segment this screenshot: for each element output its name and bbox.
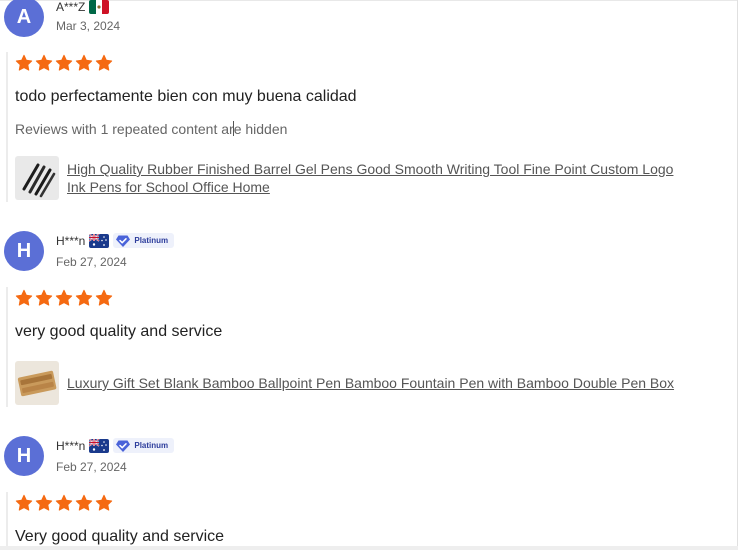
star-rating <box>15 54 113 72</box>
hidden-note-part-1: Reviews with 1 repeated content ar <box>15 121 234 137</box>
review-text: todo perfectamente bien con muy buena ca… <box>15 88 357 105</box>
platinum-badge-label: Platinum <box>134 236 169 245</box>
platinum-badge-label: Platinum <box>134 441 169 450</box>
product-title-line[interactable]: Luxury Gift Set Blank Bamboo Ballpoint P… <box>67 374 674 392</box>
star-icon <box>75 494 93 512</box>
avatar: A <box>4 0 44 37</box>
product-title-line[interactable]: High Quality Rubber Finished Barrel Gel … <box>67 160 673 178</box>
review-date: Feb 27, 2024 <box>56 255 127 269</box>
review-text: very good quality and service <box>15 323 223 340</box>
star-icon <box>95 289 113 307</box>
bamboo-pen-box-thumbnail[interactable] <box>15 361 59 405</box>
star-rating <box>15 289 113 307</box>
star-icon <box>95 494 113 512</box>
reviewer-row: H***n Platinum <box>56 438 175 453</box>
reviewer-row: H***n Platinum <box>56 233 175 248</box>
australia-flag-icon <box>89 234 109 248</box>
hidden-note-part-2: e hidden <box>233 121 288 137</box>
review-rail <box>6 287 8 407</box>
bottom-scroll-edge <box>0 546 738 550</box>
star-icon <box>75 54 93 72</box>
black-pens-thumbnail[interactable] <box>15 156 59 200</box>
product-link-row[interactable]: Luxury Gift Set Blank Bamboo Ballpoint P… <box>15 361 674 405</box>
platinum-badge-icon <box>115 439 131 453</box>
review-rail <box>6 52 8 202</box>
product-title-line[interactable]: Ink Pens for School Office Home <box>67 178 673 196</box>
platinum-badge: Platinum <box>113 233 175 248</box>
product-title-link[interactable]: High Quality Rubber Finished Barrel Gel … <box>67 156 673 196</box>
star-icon <box>55 54 73 72</box>
australia-flag-icon <box>89 439 109 453</box>
top-divider <box>0 0 738 1</box>
platinum-badge: Platinum <box>113 438 175 453</box>
review-date: Mar 3, 2024 <box>56 19 121 33</box>
star-icon <box>15 54 33 72</box>
platinum-badge-icon <box>115 234 131 248</box>
avatar: H <box>4 231 44 271</box>
review-rail <box>6 492 8 550</box>
star-icon <box>95 54 113 72</box>
star-icon <box>35 494 53 512</box>
product-title-link[interactable]: Luxury Gift Set Blank Bamboo Ballpoint P… <box>67 361 674 392</box>
reviewer-name: H***n <box>56 233 86 248</box>
star-icon <box>55 289 73 307</box>
star-icon <box>15 289 33 307</box>
reviewer-name: H***n <box>56 438 86 453</box>
star-icon <box>35 54 53 72</box>
reviewer-name: A***Z <box>56 0 86 14</box>
mexico-flag-icon <box>89 0 109 14</box>
star-icon <box>15 494 33 512</box>
star-icon <box>55 494 73 512</box>
avatar: H <box>4 436 44 476</box>
review-text: Very good quality and service <box>15 528 225 545</box>
reviewer-row: A***Z <box>56 0 109 14</box>
product-link-row[interactable]: High Quality Rubber Finished Barrel Gel … <box>15 156 673 200</box>
star-rating <box>15 494 113 512</box>
hidden-reviews-note: Reviews with 1 repeated content are hidd… <box>15 121 287 137</box>
review-date: Feb 27, 2024 <box>56 460 127 474</box>
star-icon <box>75 289 93 307</box>
star-icon <box>35 289 53 307</box>
